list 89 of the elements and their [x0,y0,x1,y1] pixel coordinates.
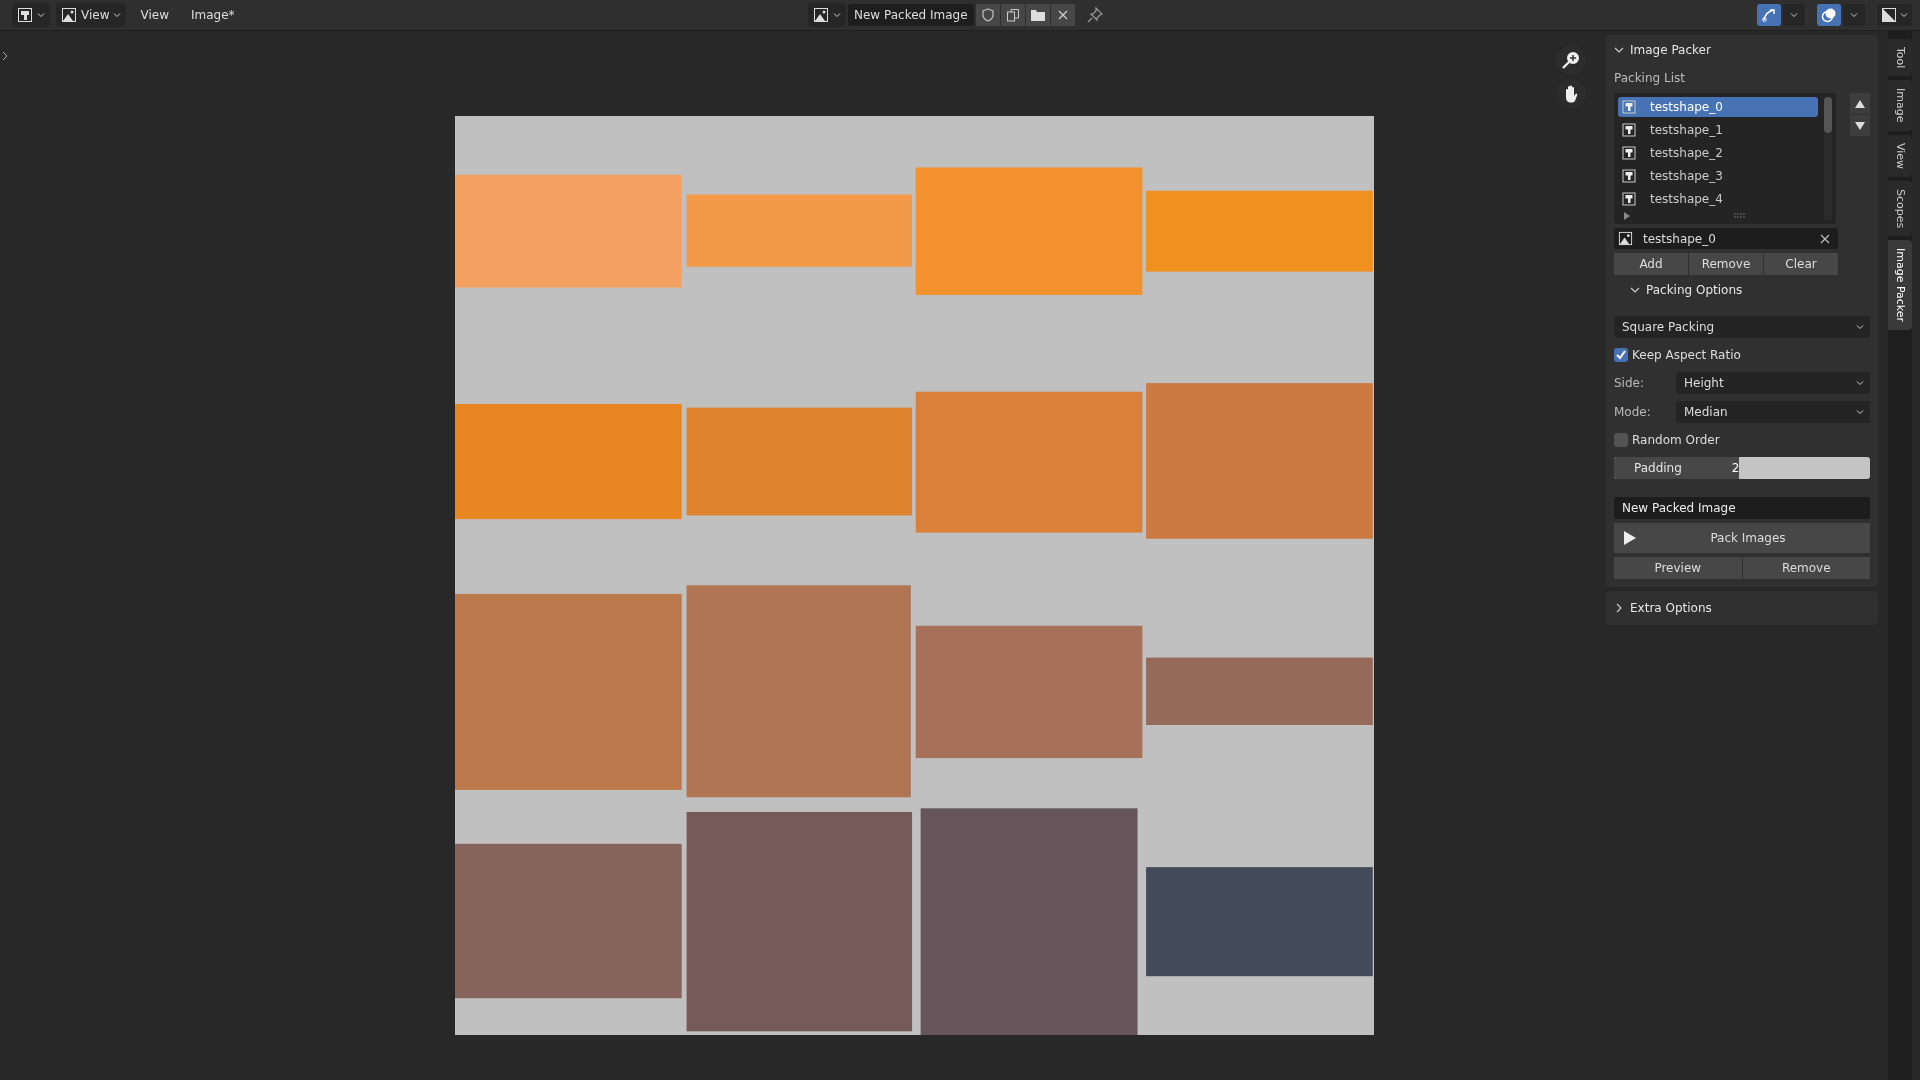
action-button[interactable]: Remove [1742,557,1870,579]
pack-images-button[interactable]: Pack Images [1614,523,1870,553]
image-editor-icon [17,7,33,23]
shield-icon [980,8,995,22]
subpanel-header[interactable]: Packing Options [1614,279,1870,301]
subpanel-title: Packing Options [1646,283,1743,297]
folder-icon [1029,8,1046,22]
image-icon [813,7,829,23]
panel-header[interactable]: Image Packer [1614,39,1870,61]
output-name-field[interactable]: New Packed Image [1614,497,1870,519]
caret-icon [1856,408,1864,416]
list-label: Packing List [1614,70,1686,87]
list-action-button[interactable]: Remove [1689,253,1763,275]
duplicate-button[interactable] [1000,4,1025,26]
active-image-name: testshape_0 [1643,231,1717,246]
caret-icon [1900,11,1908,19]
list-action-button[interactable]: Clear [1764,253,1838,275]
image-icon [1622,192,1636,206]
active-image-field[interactable]: testshape_0 [1614,228,1838,249]
gizmo-icon [1761,7,1777,23]
expand-toolbar-icon[interactable] [2,51,8,61]
play-icon [1624,531,1636,545]
triangle-up-icon [1855,99,1865,108]
padding-slider[interactable]: Padding 2 [1614,457,1870,479]
side-dropdown[interactable]: Height [1676,372,1870,394]
image-icon [1618,231,1633,246]
caret-icon [1856,323,1864,331]
image-icon [1622,123,1636,137]
copy-icon [1005,8,1020,22]
triangle-down-icon [1855,121,1865,130]
checkbox[interactable] [1614,348,1628,362]
scrollbar[interactable] [1824,97,1832,220]
pan-button[interactable] [1556,79,1586,109]
caret-icon [833,11,841,19]
zoom-button[interactable] [1556,45,1586,75]
overlay-toggle[interactable] [1817,4,1841,26]
pin-icon[interactable] [1086,7,1103,23]
caret-icon [1856,379,1864,387]
image-icon [1622,169,1636,183]
display-channels-button[interactable] [1877,4,1912,26]
packing-method-dropdown[interactable]: Square Packing [1614,316,1870,338]
fake-user-button[interactable] [975,4,1000,26]
list-item[interactable]: testshape_4 [1618,189,1818,209]
slider-label: Padding [1634,461,1682,475]
view-mode-dropdown[interactable]: View [56,3,127,27]
open-image-button[interactable] [1025,4,1050,26]
move-down-button[interactable] [1850,115,1870,136]
list-action-button[interactable]: Add [1614,253,1688,275]
sidebar-tab[interactable]: Image [1888,80,1912,131]
editor-type-button[interactable] [12,3,50,27]
image-browse-button[interactable] [808,3,846,27]
close-icon [1056,9,1069,21]
list-item[interactable]: testshape_0 [1618,97,1818,117]
slider-value: 2 [1731,461,1740,475]
panel-title: Extra Options [1630,601,1712,615]
caret-icon [113,11,122,19]
expand-arrow-icon [1624,212,1630,220]
panel-title: Image Packer [1630,43,1711,57]
checkbox-label: Keep Aspect Ratio [1632,348,1741,362]
caret-icon [37,11,45,19]
image-icon [1622,146,1636,160]
image-icon [1622,100,1636,114]
sidebar-tab[interactable]: Tool [1888,39,1912,77]
caret-icon [1850,11,1858,19]
mode-dropdown[interactable]: Median [1676,401,1870,423]
menu-item[interactable]: Image* [182,5,243,25]
list-item[interactable]: testshape_3 [1618,166,1818,186]
overlay-icon [1821,7,1837,23]
sidebar-tab[interactable]: View [1888,134,1912,177]
property-label: Side: [1614,376,1645,390]
resize-grip-icon [1734,213,1746,219]
list-item[interactable]: testshape_2 [1618,143,1818,163]
move-up-button[interactable] [1850,93,1870,114]
image-name-field[interactable]: New Packed Image [848,4,974,26]
action-button[interactable]: Preview [1614,557,1742,579]
checkbox-label: Random Order [1632,433,1720,447]
zoom-icon [1561,50,1581,70]
image-channels-icon [1881,7,1897,23]
menu-item[interactable]: View [132,5,177,25]
sidebar-tab[interactable]: Image Packer [1888,240,1912,331]
checkbox[interactable] [1614,433,1628,447]
caret-icon [1790,11,1798,19]
close-icon [1820,233,1830,244]
close-button[interactable] [1050,4,1075,26]
property-label: Mode: [1614,405,1652,419]
image-icon [61,7,77,23]
gizmo-toggle[interactable] [1757,4,1781,26]
sidebar-tab[interactable]: Scopes [1888,180,1912,237]
list-item[interactable]: testshape_1 [1618,120,1818,140]
